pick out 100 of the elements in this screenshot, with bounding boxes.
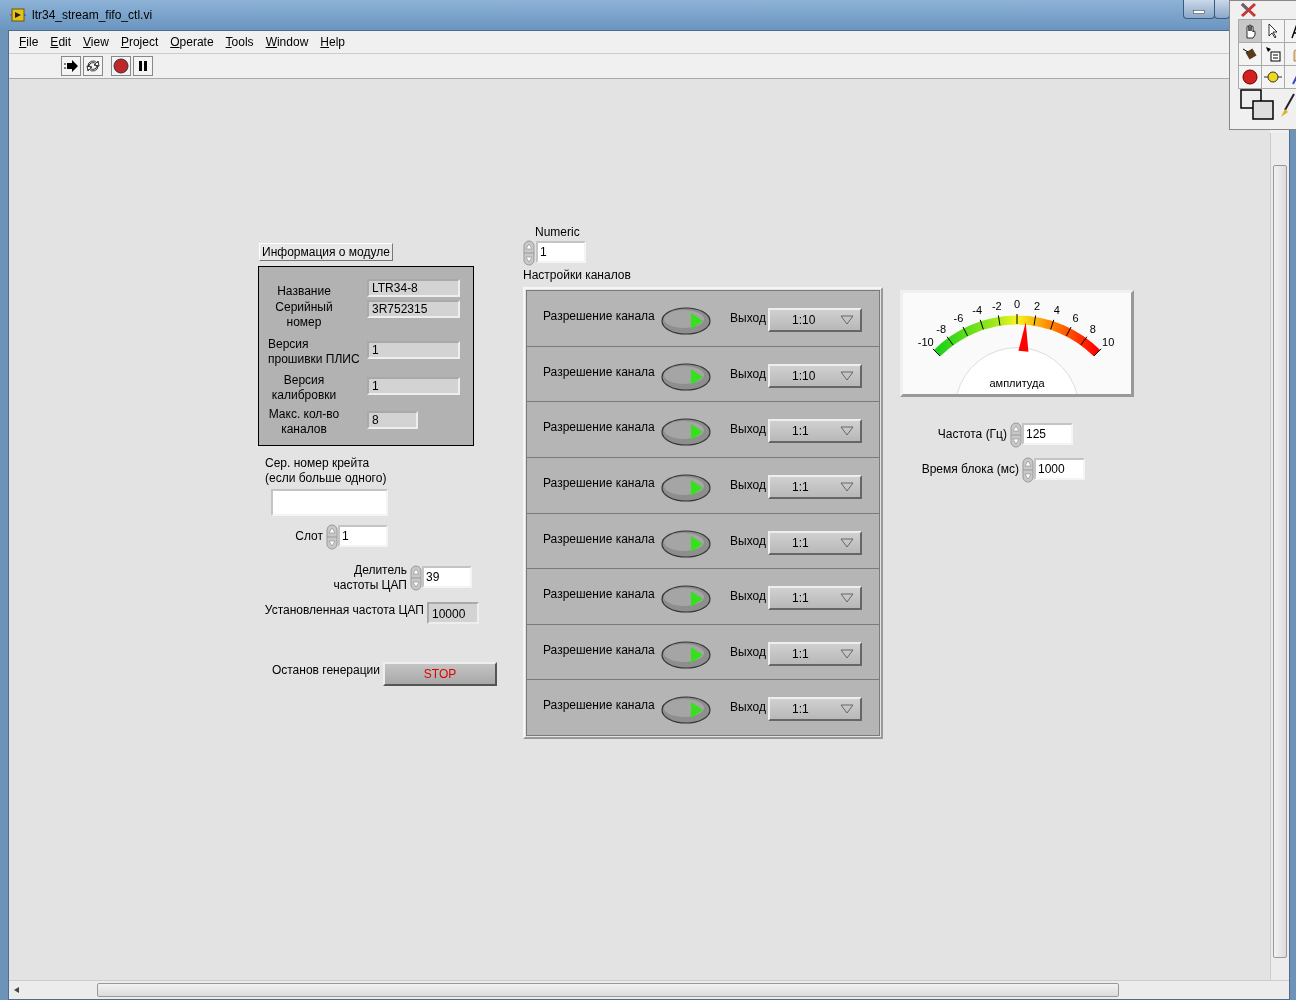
- field-label: Серийный номер: [274, 300, 334, 330]
- field-label: Название: [276, 284, 332, 299]
- arrow-icon: [63, 59, 79, 73]
- probe-icon[interactable]: [1262, 66, 1284, 88]
- menu-item[interactable]: Edit: [44, 35, 78, 49]
- button-label: Останов генерации: [271, 663, 380, 678]
- pause-icon: [137, 60, 149, 72]
- dropdown-label: Выход: [730, 644, 766, 660]
- ring-dropdown[interactable]: 1:1: [768, 697, 862, 722]
- tick-label: -4: [972, 304, 983, 317]
- dropdown-label: Выход: [730, 311, 766, 326]
- horizontal-scrollbar[interactable]: [9, 980, 1289, 999]
- app-logo: [10, 8, 26, 22]
- ring-dropdown[interactable]: 1:1: [768, 474, 862, 499]
- field-label: Установленная частота ЦАП: [264, 603, 424, 618]
- caret-icon: [840, 481, 854, 492]
- abort-button[interactable]: [111, 56, 131, 76]
- led-label: Разрешение канала: [543, 698, 655, 714]
- menu-item[interactable]: View: [77, 35, 115, 49]
- spool-icon[interactable]: [1239, 43, 1261, 65]
- numeric-field[interactable]: 1: [338, 525, 388, 547]
- ring-dropdown[interactable]: 1:10: [768, 308, 862, 332]
- led-button[interactable]: [660, 695, 712, 726]
- numeric-field[interactable]: 39: [422, 566, 472, 588]
- led-label: Разрешение канала: [543, 309, 655, 324]
- caret-icon: [840, 315, 854, 325]
- tick-label: 6: [1072, 312, 1079, 325]
- field-label: Numeric: [535, 225, 580, 240]
- tools-icon[interactable]: [1240, 2, 1258, 18]
- window-title: ltr34_stream_fifo_ctl.vi: [32, 8, 153, 22]
- cluster-label: Настройки каналов: [523, 268, 631, 283]
- stop-sign-icon[interactable]: [1239, 66, 1261, 88]
- run-button[interactable]: [61, 56, 81, 76]
- cycle-arrows-icon: [85, 58, 101, 74]
- brush-icon[interactable]: [1280, 93, 1296, 119]
- indicator-field: 1: [367, 377, 460, 395]
- indicator-field: 8: [367, 411, 418, 429]
- minimize-icon: [1193, 10, 1205, 14]
- field-label: Частота (Гц): [937, 427, 1007, 442]
- tick-label: 2: [1034, 299, 1041, 312]
- led-label: Разрешение канала: [543, 642, 655, 658]
- field-label: Время блока (мс): [921, 462, 1019, 477]
- menu-item[interactable]: Window: [259, 35, 315, 49]
- dropdown-label: Выход: [730, 366, 766, 382]
- ring-dropdown[interactable]: 1:1: [768, 419, 862, 444]
- led-button[interactable]: [660, 417, 712, 448]
- menu-cursor-icon[interactable]: [1262, 43, 1284, 65]
- tick-label: 8: [1089, 322, 1096, 335]
- dropdown-label: Выход: [730, 422, 766, 438]
- stop-icon: [113, 58, 129, 74]
- cluster-label: Информация о модуле: [259, 243, 393, 261]
- tick-label: 4: [1053, 304, 1060, 317]
- field-label: Версия прошивки ПЛИС: [268, 337, 360, 367]
- caret-icon: [840, 426, 854, 437]
- run-continuously-button[interactable]: [83, 56, 103, 76]
- led-label: Разрешение канала: [543, 364, 655, 380]
- led-button[interactable]: [660, 306, 712, 336]
- color-swatch-icon[interactable]: [1240, 89, 1276, 121]
- field-label: Слот: [295, 529, 323, 544]
- ring-dropdown[interactable]: 1:1: [768, 641, 862, 666]
- menu-item[interactable]: Tools: [219, 35, 260, 49]
- field-label: Версия калибровки: [270, 373, 338, 403]
- ring-dropdown[interactable]: 1:1: [768, 530, 862, 555]
- numeric-field[interactable]: 1000: [1034, 458, 1085, 480]
- indicator-field: 1: [367, 341, 460, 359]
- indicator-field: LTR34-8: [367, 279, 460, 297]
- minimize-button[interactable]: [1183, 0, 1215, 19]
- dropdown-label: Выход: [730, 700, 766, 716]
- ring-dropdown[interactable]: 1:1: [768, 586, 862, 611]
- pause-button[interactable]: [133, 56, 153, 76]
- dropdown-label: Выход: [730, 589, 766, 605]
- tick-label: -10: [917, 335, 934, 348]
- menu-item[interactable]: Help: [314, 35, 351, 49]
- led-label: Разрешение канала: [543, 587, 655, 603]
- menu-item[interactable]: Project: [114, 35, 165, 49]
- ring-dropdown[interactable]: 1:10: [768, 363, 862, 388]
- maximize-button[interactable]: [1214, 0, 1230, 19]
- meter-label: амплитуда: [989, 377, 1045, 389]
- caret-icon: [840, 537, 854, 548]
- vertical-scrollbar[interactable]: [1270, 133, 1289, 980]
- led-button[interactable]: [660, 528, 712, 559]
- field-label: Делитель частоты ЦАП: [333, 563, 407, 593]
- indicator-field: 3R752315: [367, 300, 460, 318]
- caret-icon: [840, 704, 854, 715]
- numeric-field[interactable]: 125: [1022, 423, 1073, 445]
- led-button[interactable]: [660, 584, 712, 615]
- led-button[interactable]: [660, 361, 712, 392]
- tick-label: -8: [936, 322, 947, 335]
- menu-item[interactable]: Operate: [164, 35, 220, 49]
- tick-label: -2: [991, 299, 1002, 312]
- numeric-field[interactable]: 1: [536, 241, 586, 263]
- dropdown-label: Выход: [730, 477, 766, 493]
- led-button[interactable]: [660, 472, 712, 503]
- caret-icon: [840, 370, 854, 381]
- led-button[interactable]: [660, 639, 712, 670]
- tick-label: -6: [953, 312, 964, 325]
- menu-item[interactable]: File: [13, 35, 45, 49]
- input-field[interactable]: [271, 489, 388, 516]
- indicator-field: 10000: [427, 602, 479, 624]
- field-label: Макс. кол-во каналов: [267, 407, 341, 437]
